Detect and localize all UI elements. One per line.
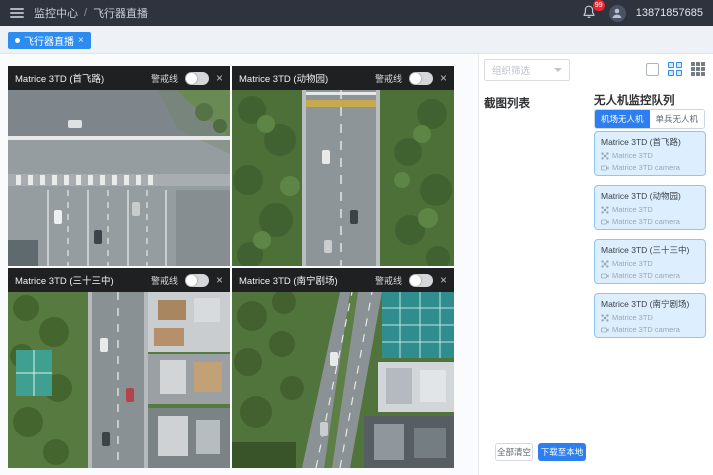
screenshot-list-title: 截图列表: [484, 95, 530, 111]
close-icon[interactable]: ×: [440, 274, 447, 286]
drone-icon: [601, 206, 609, 214]
drone-card-title: Matrice 3TD (南宁剧场): [601, 298, 699, 310]
video-panel-1-header: Matrice 3TD (首飞路) 警戒线 ×: [8, 66, 230, 90]
notifications-button[interactable]: 99: [581, 4, 599, 22]
drone-card-1[interactable]: Matrice 3TD (首飞路) Matrice 3TD Matrice 3T…: [594, 131, 706, 176]
org-filter-select[interactable]: 组织筛选: [484, 59, 570, 81]
right-panel: 组织筛选 截图列表 无人机监控队列 机场无人机 单兵无人机 Matrice 3T…: [479, 54, 713, 475]
drone-model-label: Matrice 3TD: [612, 205, 653, 214]
drone-queue-tabs: 机场无人机 单兵无人机: [594, 109, 705, 129]
close-icon[interactable]: ×: [216, 72, 223, 84]
camera-label: Matrice 3TD camera: [612, 163, 680, 172]
camera-icon: [601, 326, 609, 334]
grid-2x2-view-icon[interactable]: [668, 62, 682, 76]
avatar[interactable]: [609, 5, 626, 22]
tab-close-icon[interactable]: ×: [78, 35, 84, 46]
video-panel-4-title: Matrice 3TD (南宁剧场): [239, 273, 368, 287]
drone-queue-title: 无人机监控队列: [594, 92, 675, 108]
user-icon: [611, 7, 623, 19]
tab-strip: 飞行器直播 ×: [0, 26, 713, 54]
drone-icon: [601, 152, 609, 160]
guard-line-label: 警戒线: [151, 72, 178, 85]
chevron-down-icon: [554, 68, 562, 72]
user-phone[interactable]: 13871857685: [636, 7, 703, 19]
guard-line-toggle[interactable]: [409, 72, 433, 85]
drone-card-4[interactable]: Matrice 3TD (南宁剧场) Matrice 3TD Matrice 3…: [594, 293, 706, 338]
video-panel-3: Matrice 3TD (三十三中) 警戒线 ×: [8, 268, 230, 468]
camera-label: Matrice 3TD camera: [612, 271, 680, 280]
drone-model-label: Matrice 3TD: [612, 151, 653, 160]
drone-icon: [601, 314, 609, 322]
tab-label: 飞行器直播: [24, 33, 74, 48]
clear-all-button[interactable]: 全部清空: [495, 443, 533, 461]
top-navbar: 监控中心 / 飞行器直播 99 13871857685: [0, 0, 713, 26]
menu-toggle-icon[interactable]: [10, 8, 24, 18]
drone-icon: [601, 260, 609, 268]
org-filter-placeholder: 组织筛选: [492, 63, 530, 77]
video-panel-1: Matrice 3TD (首飞路) 警戒线 ×: [8, 66, 230, 266]
tab-flight-live[interactable]: 飞行器直播 ×: [8, 32, 91, 49]
video-panel-4: Matrice 3TD (南宁剧场) 警戒线 ×: [232, 268, 454, 468]
camera-label: Matrice 3TD camera: [612, 325, 680, 334]
video-feed-4: [232, 292, 454, 468]
close-icon[interactable]: ×: [216, 274, 223, 286]
drone-card-title: Matrice 3TD (动物园): [601, 190, 699, 202]
guard-line-label: 警戒线: [375, 274, 402, 287]
video-panel-4-header: Matrice 3TD (南宁剧场) 警戒线 ×: [232, 268, 454, 292]
camera-icon: [601, 218, 609, 226]
tab-solo-drone[interactable]: 单兵无人机: [650, 110, 705, 128]
layout-switcher: [646, 62, 705, 76]
video-panel-2: Matrice 3TD (动物园) 警戒线 ×: [232, 66, 454, 266]
video-panel-2-title: Matrice 3TD (动物园): [239, 71, 368, 85]
drone-model-label: Matrice 3TD: [612, 313, 653, 322]
tab-airport-drone[interactable]: 机场无人机: [595, 110, 650, 128]
video-panel-3-title: Matrice 3TD (三十三中): [15, 273, 144, 287]
video-feed-3: [8, 292, 230, 468]
video-panel-1-title: Matrice 3TD (首飞路): [15, 71, 144, 85]
video-feed-1: [8, 90, 230, 266]
breadcrumb-separator: /: [84, 7, 87, 19]
single-view-icon[interactable]: [646, 63, 659, 76]
drone-card-3[interactable]: Matrice 3TD (三十三中) Matrice 3TD Matrice 3…: [594, 239, 706, 284]
video-panel-2-header: Matrice 3TD (动物园) 警戒线 ×: [232, 66, 454, 90]
guard-line-toggle[interactable]: [185, 274, 209, 287]
app-window: 监控中心 / 飞行器直播 99 13871857685 飞行器直播: [0, 0, 713, 475]
camera-icon: [601, 272, 609, 280]
grid-3x3-view-icon[interactable]: [691, 62, 705, 76]
drone-card-title: Matrice 3TD (三十三中): [601, 244, 699, 256]
close-icon[interactable]: ×: [440, 72, 447, 84]
camera-label: Matrice 3TD camera: [612, 217, 680, 226]
download-local-button[interactable]: 下载至本地: [538, 443, 586, 461]
guard-line-label: 警戒线: [375, 72, 402, 85]
guard-line-toggle[interactable]: [409, 274, 433, 287]
camera-icon: [601, 164, 609, 172]
breadcrumb-page: 飞行器直播: [93, 5, 148, 21]
drone-model-label: Matrice 3TD: [612, 259, 653, 268]
notification-badge: 99: [593, 0, 605, 11]
video-panel-3-header: Matrice 3TD (三十三中) 警戒线 ×: [8, 268, 230, 292]
drone-card-title: Matrice 3TD (首飞路): [601, 136, 699, 148]
breadcrumb: 监控中心 / 飞行器直播: [34, 5, 148, 21]
guard-line-toggle[interactable]: [185, 72, 209, 85]
guard-line-label: 警戒线: [151, 274, 178, 287]
breadcrumb-section[interactable]: 监控中心: [34, 5, 78, 21]
drone-card-2[interactable]: Matrice 3TD (动物园) Matrice 3TD Matrice 3T…: [594, 185, 706, 230]
active-dot-icon: [15, 38, 20, 43]
video-feed-2: [232, 90, 454, 266]
